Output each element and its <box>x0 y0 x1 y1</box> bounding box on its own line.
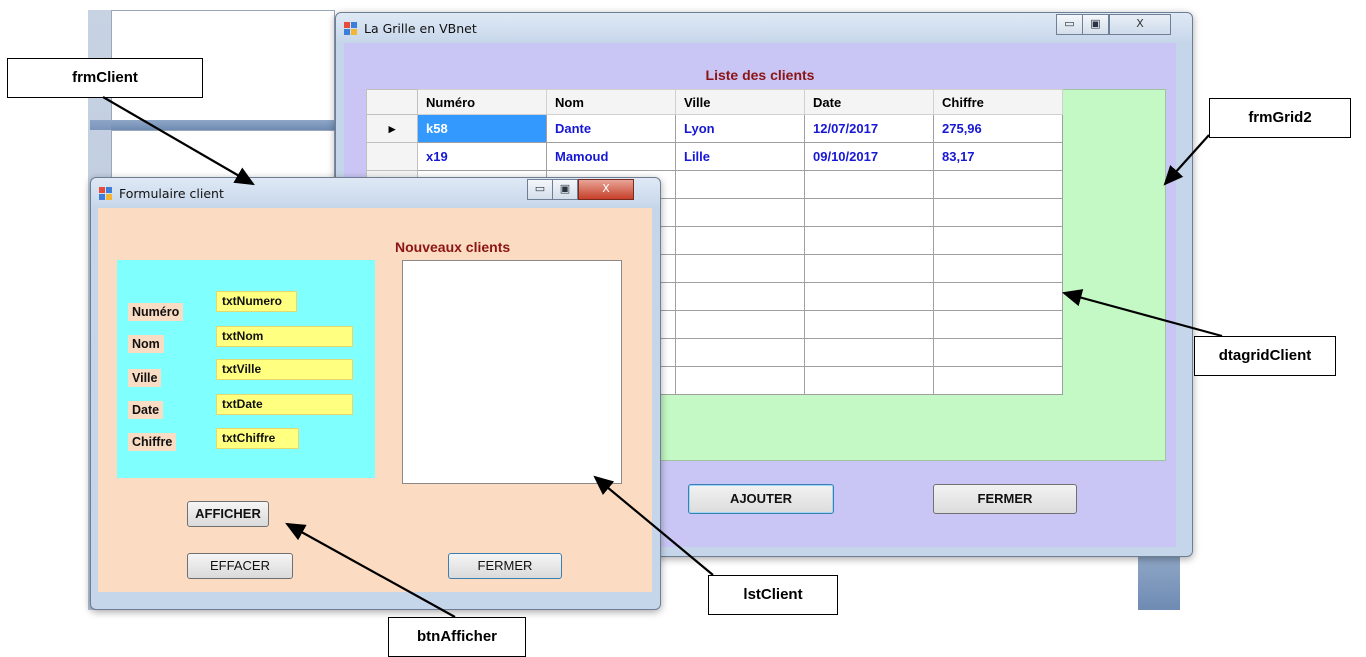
ajouter-button[interactable]: AJOUTER <box>688 484 834 514</box>
client-form-area: Numéro txtNumero Nom txtNom Ville txtVil… <box>98 208 652 592</box>
maximize-button[interactable]: ▣ <box>1082 14 1109 35</box>
minimize-button[interactable]: ▭ <box>527 179 553 200</box>
grid-cell[interactable]: 83,17 <box>933 142 1063 171</box>
minimize-button[interactable]: ▭ <box>1056 14 1083 35</box>
fermer-grid-button[interactable]: FERMER <box>933 484 1077 514</box>
grid-cell[interactable]: Mamoud <box>546 142 676 171</box>
label-numero: Numéro <box>128 303 184 321</box>
background-taskbar-strip <box>1138 556 1180 610</box>
txtNom-field[interactable]: txtNom <box>216 326 353 347</box>
list-title: Liste des clients <box>705 67 815 83</box>
table-row[interactable]: x19 Mamoud Lille 09/10/2017 83,17 <box>366 142 1063 171</box>
callout-dtagridClient: dtagridClient <box>1194 336 1336 376</box>
callout-frmGrid2: frmGrid2 <box>1209 98 1351 138</box>
col-header-nom[interactable]: Nom <box>546 89 676 115</box>
grid-cell[interactable]: 275,96 <box>933 114 1063 143</box>
app-icon <box>99 187 113 201</box>
col-header-date[interactable]: Date <box>804 89 934 115</box>
txtNumero-field[interactable]: txtNumero <box>216 291 297 312</box>
txtVille-field[interactable]: txtVille <box>216 359 353 380</box>
grid-cell[interactable]: x19 <box>417 142 547 171</box>
current-row-indicator: ▸ <box>366 114 418 143</box>
effacer-button[interactable]: EFFACER <box>187 553 293 579</box>
grid-cell[interactable]: Lille <box>675 142 805 171</box>
maximize-button[interactable]: ▣ <box>552 179 578 200</box>
grid-cell[interactable]: 09/10/2017 <box>804 142 934 171</box>
background-window-titlebar <box>90 120 335 130</box>
col-header-chiffre[interactable]: Chiffre <box>933 89 1063 115</box>
row-header-corner <box>366 89 418 115</box>
background-window <box>111 130 335 182</box>
afficher-button[interactable]: AFFICHER <box>187 501 269 527</box>
grid-cell[interactable]: Dante <box>546 114 676 143</box>
close-button[interactable]: X <box>1109 14 1171 35</box>
window-title: Formulaire client <box>119 186 224 201</box>
label-date: Date <box>128 401 164 419</box>
table-row[interactable]: ▸ k58 Dante Lyon 12/07/2017 275,96 <box>366 114 1063 143</box>
callout-frmClient: frmClient <box>7 58 203 98</box>
close-button[interactable]: X <box>578 179 634 200</box>
app-icon <box>344 22 358 36</box>
row-header <box>366 142 418 171</box>
callout-btnAfficher: btnAfficher <box>388 617 526 657</box>
client-form-window: Formulaire client ▭ ▣ X Numéro txtNumero… <box>90 177 661 610</box>
grid-cell[interactable]: k58 <box>417 114 547 143</box>
col-header-ville[interactable]: Ville <box>675 89 805 115</box>
nouveaux-clients-label: Nouveaux clients <box>395 239 511 255</box>
col-header-numero[interactable]: Numéro <box>417 89 547 115</box>
grid-cell[interactable]: Lyon <box>675 114 805 143</box>
fermer-form-button[interactable]: FERMER <box>448 553 562 579</box>
window-title: La Grille en VBnet <box>364 21 477 36</box>
grid-cell[interactable]: 12/07/2017 <box>804 114 934 143</box>
callout-lstClient: lstClient <box>708 575 838 615</box>
txtDate-field[interactable]: txtDate <box>216 394 353 415</box>
lstClient-listbox[interactable] <box>402 260 622 484</box>
label-ville: Ville <box>128 369 162 387</box>
label-nom: Nom <box>128 335 164 353</box>
txtChiffre-field[interactable]: txtChiffre <box>216 428 299 449</box>
label-chiffre: Chiffre <box>128 433 177 451</box>
